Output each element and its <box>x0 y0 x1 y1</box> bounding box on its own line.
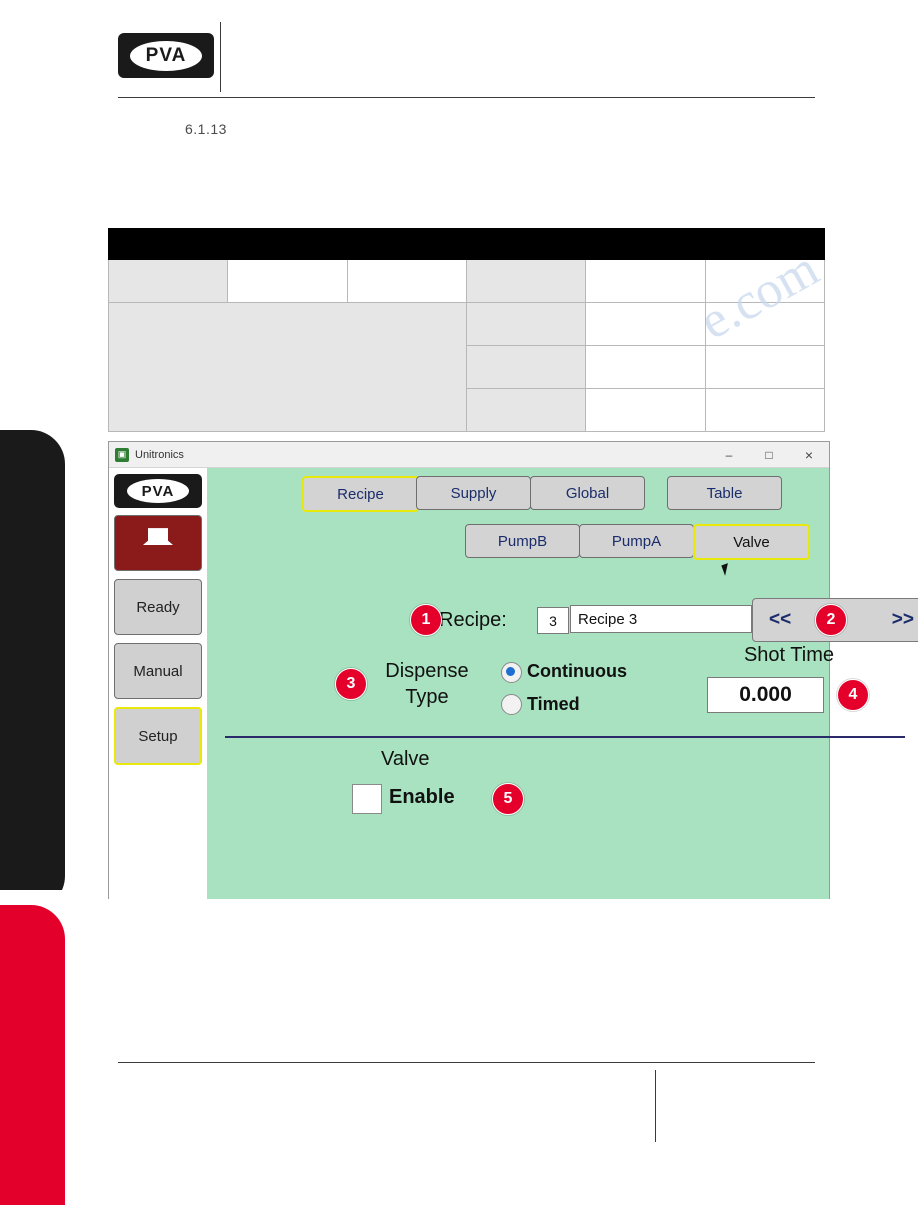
tab-global[interactable]: Global <box>530 476 645 510</box>
section-number: 6.1.13 <box>185 121 227 137</box>
callout-badge-4: 4 <box>837 679 869 711</box>
recipe-next-button[interactable]: >> <box>892 609 914 631</box>
recipe-prev-button[interactable]: << <box>769 609 791 631</box>
tab-label: Supply <box>450 484 497 502</box>
sidebar-logo-text: PVA <box>141 482 175 500</box>
window-titlebar: ▣ Unitronics – □ × <box>109 442 829 468</box>
callout-badge-2: 2 <box>815 604 847 636</box>
sidebar-item-ready[interactable]: Ready <box>114 579 202 635</box>
tab-label: Recipe <box>337 485 384 503</box>
valve-label: Valve <box>381 748 430 770</box>
sidebar-item-label: Manual <box>133 662 183 680</box>
tab-supply[interactable]: Supply <box>416 476 531 510</box>
valve-enable-label: Enable <box>389 786 455 808</box>
primary-tab-row: Recipe Supply Global Table <box>207 468 829 512</box>
tab-recipe[interactable]: Recipe <box>302 476 419 512</box>
maximize-button[interactable]: □ <box>749 442 789 468</box>
footer-horizontal-rule <box>118 1062 815 1063</box>
sidebar-item-label: Ready <box>136 598 180 616</box>
tab-pumpa[interactable]: PumpA <box>579 524 694 558</box>
tab-label: PumpB <box>497 532 548 550</box>
radio-timed[interactable] <box>501 694 522 715</box>
shot-time-field[interactable]: 0.000 <box>707 677 824 713</box>
content-panel: Recipe Supply Global Table PumpB PumpA V… <box>207 468 918 899</box>
shot-time-label: Shot Time <box>743 644 835 666</box>
tab-label: Global <box>565 484 610 502</box>
home-icon <box>143 527 173 545</box>
table-header-row <box>108 228 825 260</box>
application-window: ▣ Unitronics – □ × PVA Ready Manual Setu… <box>108 441 918 899</box>
recipe-number-field[interactable]: 3 <box>537 607 569 634</box>
tab-label: Table <box>706 484 743 502</box>
sidebar-logo: PVA <box>114 474 202 508</box>
recipe-label: Recipe: <box>439 609 507 631</box>
recipe-name-field[interactable]: Recipe 3 <box>570 605 752 633</box>
sidebar: PVA Ready Manual Setup <box>109 468 207 899</box>
table-row <box>107 259 826 303</box>
pva-logo-text: PVA <box>145 44 187 66</box>
tab-valve[interactable]: Valve <box>693 524 810 560</box>
dispense-type-label: Dispense Type <box>357 658 497 710</box>
section-divider <box>225 736 905 738</box>
dispense-type-label-line2: Type <box>405 686 449 708</box>
sidebar-item-setup[interactable]: Setup <box>114 707 202 765</box>
callout-badge-3: 3 <box>335 668 367 700</box>
callout-badge-1: 1 <box>410 604 442 636</box>
tab-table[interactable]: Table <box>667 476 782 510</box>
tab-label: Valve <box>733 533 770 551</box>
callout-badge-5: 5 <box>492 783 524 815</box>
sidebar-item-manual[interactable]: Manual <box>114 643 202 699</box>
header-horizontal-rule <box>118 97 815 98</box>
page-edge-red-tab <box>0 905 65 1205</box>
radio-continuous-label: Continuous <box>527 661 627 681</box>
header-vertical-rule <box>220 22 221 92</box>
valve-enable-checkbox[interactable] <box>352 784 382 814</box>
sidebar-item-home[interactable] <box>114 515 202 571</box>
pva-logo: PVA <box>118 33 214 78</box>
page-edge-black-tab <box>0 430 65 910</box>
footer-vertical-rule <box>655 1070 656 1142</box>
mouse-cursor-icon <box>721 563 732 576</box>
unitronics-app-icon: ▣ <box>115 447 129 462</box>
window-controls: – □ × <box>709 442 829 468</box>
radio-continuous[interactable] <box>501 662 522 683</box>
table-row <box>108 302 826 432</box>
spec-table <box>107 228 826 432</box>
window-title: Unitronics <box>135 448 184 461</box>
tab-label: PumpA <box>611 532 662 550</box>
dispense-type-label-line1: Dispense <box>385 660 469 682</box>
minimize-button[interactable]: – <box>709 442 749 468</box>
radio-timed-label: Timed <box>527 694 580 714</box>
window-body: PVA Ready Manual Setup Recipe Supply Glo… <box>109 468 918 899</box>
close-button[interactable]: × <box>789 442 829 468</box>
sidebar-item-label: Setup <box>138 727 178 745</box>
tab-pumpb[interactable]: PumpB <box>465 524 580 558</box>
